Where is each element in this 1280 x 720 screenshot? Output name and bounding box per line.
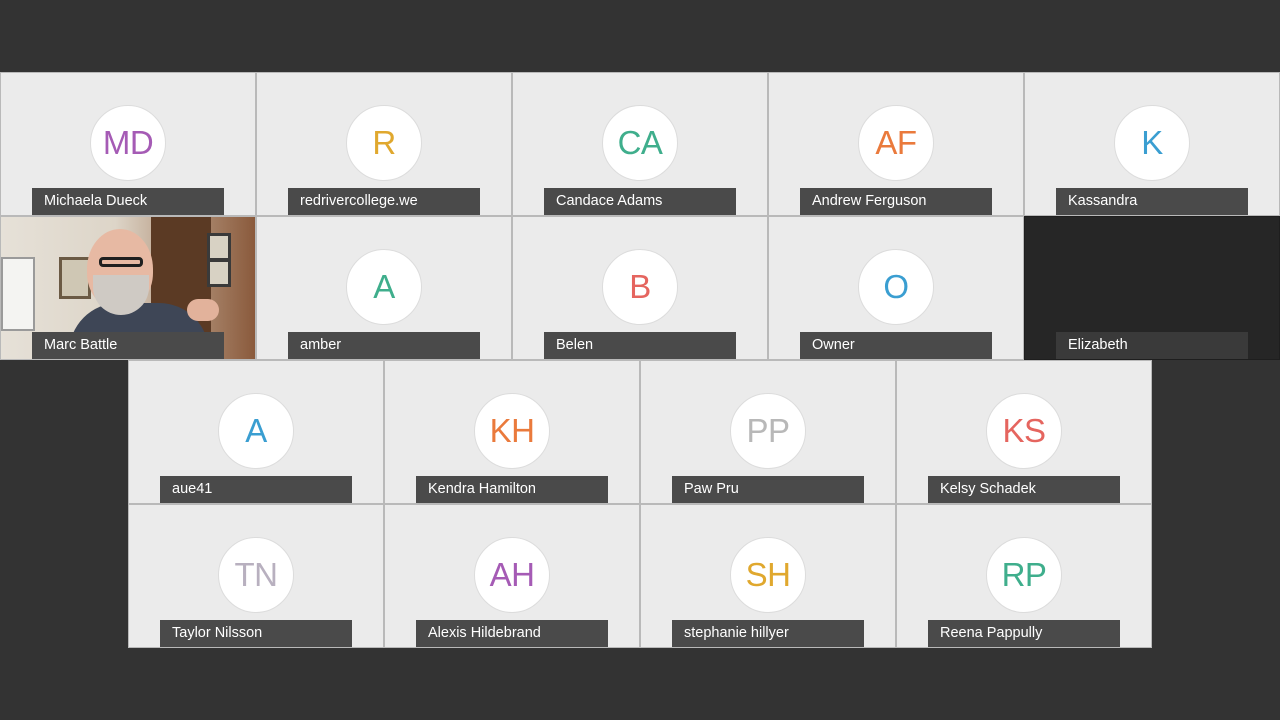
participant-name: stephanie hillyer	[672, 620, 864, 647]
avatar: B	[602, 249, 678, 325]
participant-tile[interactable]: RP Reena Pappully	[896, 504, 1152, 648]
participant-tile-video-off[interactable]: Elizabeth	[1024, 216, 1280, 360]
gallery-row-1: MD Michaela Dueck R redrivercollege.we C…	[0, 72, 1280, 216]
participant-tile[interactable]: AH Alexis Hildebrand	[384, 504, 640, 648]
participant-tile[interactable]: SH stephanie hillyer	[640, 504, 896, 648]
participant-name: Kassandra	[1056, 188, 1248, 215]
participant-video-tile[interactable]: Marc Battle	[0, 216, 256, 360]
video-picture-frame	[207, 233, 231, 261]
participant-name: aue41	[160, 476, 352, 503]
participant-name: Candace Adams	[544, 188, 736, 215]
video-picture-frame	[59, 257, 91, 299]
avatar: AF	[858, 105, 934, 181]
participant-name: redrivercollege.we	[288, 188, 480, 215]
avatar: R	[346, 105, 422, 181]
gallery-row-4: TN Taylor Nilsson AH Alexis Hildebrand S…	[128, 504, 1152, 648]
participant-name: Marc Battle	[32, 332, 224, 359]
gallery-row-2: Marc Battle A amber B Belen O Owner Eliz…	[0, 216, 1280, 360]
video-person-glasses	[99, 257, 143, 267]
participant-tile[interactable]: AF Andrew Ferguson	[768, 72, 1024, 216]
avatar: AH	[474, 537, 550, 613]
participant-name: Owner	[800, 332, 992, 359]
participant-name: Belen	[544, 332, 736, 359]
participant-name: Kendra Hamilton	[416, 476, 608, 503]
video-picture-frame	[207, 259, 231, 287]
participant-tile[interactable]: B Belen	[512, 216, 768, 360]
participant-tile[interactable]: TN Taylor Nilsson	[128, 504, 384, 648]
participant-tile[interactable]: MD Michaela Dueck	[0, 72, 256, 216]
avatar: PP	[730, 393, 806, 469]
participant-name: Michaela Dueck	[32, 188, 224, 215]
participant-name: Andrew Ferguson	[800, 188, 992, 215]
participant-tile[interactable]: R redrivercollege.we	[256, 72, 512, 216]
avatar: MD	[90, 105, 166, 181]
participant-tile[interactable]: K Kassandra	[1024, 72, 1280, 216]
avatar: RP	[986, 537, 1062, 613]
avatar: KH	[474, 393, 550, 469]
participant-name: Alexis Hildebrand	[416, 620, 608, 647]
participant-name: amber	[288, 332, 480, 359]
participant-tile[interactable]: KS Kelsy Schadek	[896, 360, 1152, 504]
participant-tile[interactable]: CA Candace Adams	[512, 72, 768, 216]
video-person-hand	[187, 299, 219, 321]
participant-tile[interactable]: O Owner	[768, 216, 1024, 360]
avatar: TN	[218, 537, 294, 613]
video-window	[1, 257, 35, 331]
video-gallery: MD Michaela Dueck R redrivercollege.we C…	[0, 0, 1280, 720]
avatar: A	[346, 249, 422, 325]
participant-tile[interactable]: PP Paw Pru	[640, 360, 896, 504]
avatar: K	[1114, 105, 1190, 181]
avatar: O	[858, 249, 934, 325]
participant-name: Kelsy Schadek	[928, 476, 1120, 503]
participant-name: Taylor Nilsson	[160, 620, 352, 647]
participant-name: Paw Pru	[672, 476, 864, 503]
gallery-row-3: A aue41 KH Kendra Hamilton PP Paw Pru KS…	[128, 360, 1152, 504]
participant-tile[interactable]: A amber	[256, 216, 512, 360]
avatar: SH	[730, 537, 806, 613]
avatar: KS	[986, 393, 1062, 469]
avatar: A	[218, 393, 294, 469]
avatar: CA	[602, 105, 678, 181]
participant-tile[interactable]: A aue41	[128, 360, 384, 504]
participant-name: Elizabeth	[1056, 332, 1248, 359]
participant-tile[interactable]: KH Kendra Hamilton	[384, 360, 640, 504]
participant-name: Reena Pappully	[928, 620, 1120, 647]
